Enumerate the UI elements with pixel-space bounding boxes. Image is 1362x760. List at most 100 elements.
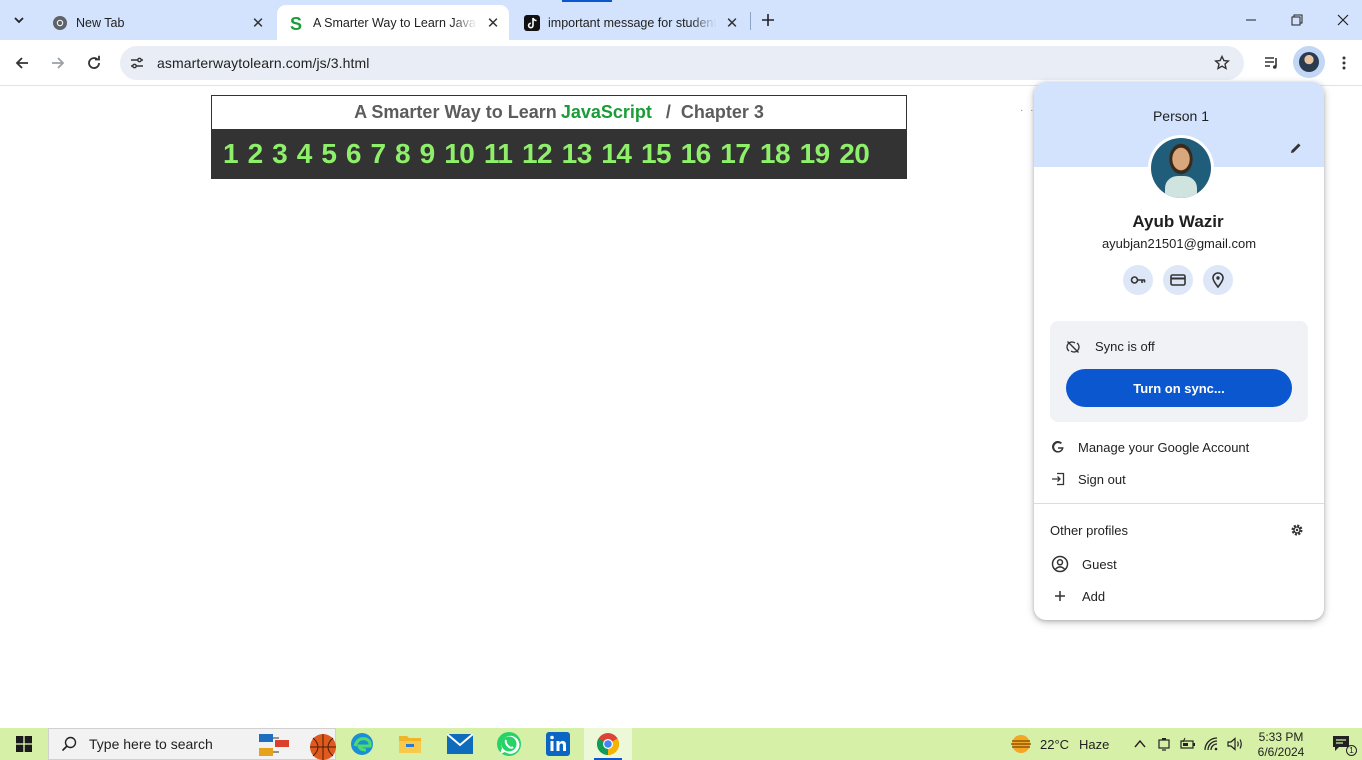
tab-separator (750, 12, 751, 30)
manage-account-item[interactable]: Manage your Google Account (1050, 434, 1310, 460)
chapter-link[interactable]: 1 (223, 138, 239, 170)
profile-button[interactable] (1293, 46, 1325, 78)
folder-icon (399, 736, 421, 753)
clock-time: 5:33 PM (1258, 730, 1304, 744)
chapter-link[interactable]: 9 (420, 138, 436, 170)
arrow-left-icon (15, 57, 28, 69)
tab-title: A Smarter Way to Learn JavaScript (313, 15, 477, 30)
tray-volume[interactable] (1224, 728, 1248, 760)
close-window-button[interactable] (1320, 0, 1362, 40)
chapter-link[interactable]: 4 (297, 138, 313, 170)
tab-title: New Tab (76, 15, 125, 30)
chapter-link[interactable]: 6 (346, 138, 362, 170)
weather-widget[interactable]: 22°C Haze (1010, 728, 1109, 760)
chevron-up-icon (1134, 739, 1146, 748)
haze-sun-icon (1011, 735, 1031, 753)
battery-icon (1180, 737, 1195, 749)
svg-text:S: S (290, 15, 302, 31)
search-placeholder: Type here to search (89, 736, 213, 752)
chapter-link[interactable]: 7 (370, 138, 386, 170)
google-g-icon (1050, 439, 1066, 455)
chapter-link[interactable]: 13 (562, 138, 593, 170)
chapter-link[interactable]: 16 (681, 138, 712, 170)
close-icon (1337, 14, 1349, 26)
taskbar-chrome[interactable] (584, 728, 632, 760)
taskbar-search[interactable]: Type here to search (48, 728, 336, 760)
payment-methods-button[interactable] (1163, 265, 1193, 295)
minimize-button[interactable] (1228, 0, 1274, 40)
chapter-link[interactable]: 10 (444, 138, 475, 170)
turn-on-sync-button[interactable]: Turn on sync... (1066, 369, 1292, 407)
addresses-button[interactable] (1203, 265, 1233, 295)
tray-battery[interactable] (1176, 728, 1200, 760)
forward-button[interactable] (42, 47, 74, 79)
sync-section: Sync is off Turn on sync... (1050, 321, 1308, 422)
restore-button[interactable] (1274, 0, 1320, 40)
site-s-icon: S (289, 15, 305, 31)
close-icon[interactable]: ✕ (724, 15, 740, 32)
add-profile-item[interactable]: Add (1050, 584, 1250, 608)
sync-off-icon (1066, 340, 1080, 353)
mail-icon (447, 734, 473, 754)
close-icon[interactable]: ✕ (485, 15, 501, 32)
sync-status: Sync is off (1095, 339, 1155, 354)
chrome-icon (597, 733, 619, 755)
title-highlight[interactable]: JavaScript (561, 102, 652, 123)
chapter-link[interactable]: 18 (760, 138, 791, 170)
passwords-button[interactable] (1123, 265, 1153, 295)
taskbar-file-explorer[interactable] (386, 728, 434, 760)
chapter-link[interactable]: 3 (272, 138, 288, 170)
tiktok-icon (524, 14, 540, 31)
guest-profile-item[interactable]: Guest (1050, 552, 1250, 576)
chapter-link[interactable]: 5 (321, 138, 337, 170)
tray-device[interactable] (1152, 728, 1176, 760)
tab-strip: New Tab ✕ S A Smarter Way to Learn JavaS… (0, 0, 1362, 40)
sign-out-item[interactable]: Sign out (1050, 466, 1310, 492)
show-hidden-icons-button[interactable] (1128, 728, 1152, 760)
media-controls-button[interactable] (1256, 47, 1288, 79)
pencil-icon (1291, 143, 1301, 153)
sign-out-label: Sign out (1078, 471, 1126, 487)
address-bar[interactable]: asmarterwaytolearn.com/js/3.html (120, 46, 1244, 80)
chapter-link[interactable]: 19 (800, 138, 831, 170)
tab-new-tab[interactable]: New Tab ✕ (40, 5, 274, 40)
bookmark-star-icon[interactable] (1212, 53, 1232, 73)
tray-network[interactable] (1200, 728, 1224, 760)
chapter-link[interactable]: 8 (395, 138, 411, 170)
chapter-link[interactable]: 14 (601, 138, 632, 170)
guest-label: Guest (1082, 556, 1117, 572)
taskbar-mail[interactable] (436, 728, 484, 760)
reload-button[interactable] (78, 47, 110, 79)
taskbar-edge[interactable] (338, 728, 386, 760)
other-profiles-title: Other profiles (1050, 523, 1129, 538)
taskbar-clock[interactable]: 5:33 PM 6/6/2024 (1252, 730, 1310, 760)
chrome-menu-button[interactable] (1328, 47, 1360, 79)
back-button[interactable] (6, 47, 38, 79)
chapter-link[interactable]: 11 (484, 138, 513, 170)
chapter-link[interactable]: 15 (641, 138, 672, 170)
media-queue-icon (1265, 57, 1277, 69)
close-icon[interactable]: ✕ (250, 15, 266, 32)
tab-smarter-way[interactable]: S A Smarter Way to Learn JavaScript ✕ (277, 5, 509, 40)
url-text: asmarterwaytolearn.com/js/3.html (157, 55, 370, 71)
chapter-link[interactable]: 20 (839, 138, 870, 170)
gear-icon (1291, 524, 1303, 536)
new-tab-button[interactable] (756, 8, 780, 32)
linkedin-icon (546, 732, 570, 756)
taskbar-linkedin[interactable] (534, 728, 582, 760)
manage-profiles-button[interactable] (1288, 521, 1306, 539)
tab-title: important message for students (548, 15, 716, 30)
site-info-icon[interactable] (124, 50, 150, 76)
chapter-link[interactable]: 2 (248, 138, 264, 170)
restore-icon (1291, 14, 1303, 26)
tab-tiktok[interactable]: important message for students ✕ (512, 5, 748, 40)
start-button[interactable] (0, 728, 48, 760)
chapter-link[interactable]: 17 (720, 138, 751, 170)
edit-profile-button[interactable] (1286, 138, 1306, 158)
tab-search-button[interactable] (6, 7, 32, 33)
speaker-icon (1227, 737, 1242, 751)
notification-center-button[interactable]: 1 (1322, 728, 1362, 760)
taskbar-whatsapp[interactable] (485, 728, 533, 760)
chapter-link[interactable]: 12 (522, 138, 553, 170)
edge-icon (351, 733, 373, 755)
